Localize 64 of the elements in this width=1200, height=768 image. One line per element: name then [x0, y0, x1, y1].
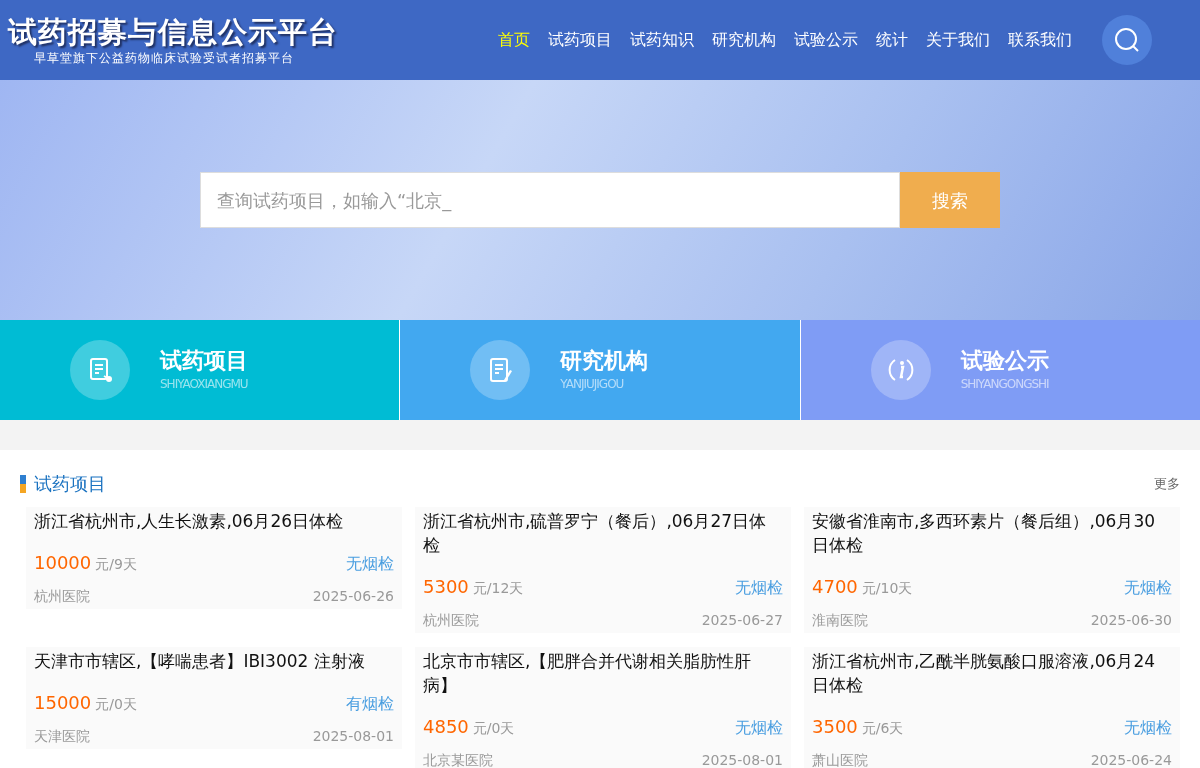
project-duration: 元/12天	[472, 579, 524, 598]
hospital-name: 杭州医院	[423, 611, 479, 630]
smoke-check-tag: 有烟检	[346, 692, 394, 716]
smoke-check-tag: 无烟检	[735, 716, 783, 740]
smoke-check-tag: 无烟检	[346, 552, 394, 576]
section-title: 试药项目	[34, 472, 106, 496]
project-card[interactable]: 浙江省杭州市,硫普罗宁（餐后）,06月27日体检 5300 元/12天 无烟检 杭州医院 2025-06-27	[415, 507, 791, 633]
project-card[interactable]: 北京市市辖区,【肥胖合并代谢相关脂肪性肝病】 4850 元/0天 无烟检 北京某医院 2025-08-01	[415, 647, 791, 768]
project-date: 2025-08-01	[312, 727, 394, 746]
project-date: 2025-06-30	[1090, 611, 1172, 630]
smoke-check-tag: 无烟检	[1124, 716, 1172, 740]
project-reward: 4700	[812, 575, 858, 599]
tile-pinyin: SHIYANGONGSHI	[960, 376, 1049, 393]
project-reward: 5300	[423, 575, 469, 599]
site-logo-title: 试药招募与信息公示平台	[8, 14, 339, 50]
site-logo-subtitle: 早草堂旗下公益药物临床试验受试者招募平台	[33, 50, 295, 66]
smoke-check-tag: 无烟检	[735, 576, 783, 600]
project-date: 2025-06-24	[1090, 751, 1172, 768]
project-duration: 元/10天	[861, 579, 913, 598]
hospital-name: 北京某医院	[423, 751, 493, 768]
project-duration: 元/0天	[95, 695, 137, 714]
project-title: 浙江省杭州市,人生长激素,06月26日体检	[34, 510, 345, 533]
project-reward: 4850	[423, 715, 469, 739]
project-card[interactable]: 安徽省淮南市,多西环素片（餐后组）,06月30日体检 4700 元/10天 无烟检 淮南医院 2025-06-30	[804, 507, 1180, 633]
hospital-name: 杭州医院	[34, 587, 90, 606]
project-duration: 元/9天	[95, 555, 137, 574]
tile-title: 研究机构	[560, 347, 649, 375]
tile-title: 试药项目	[160, 347, 248, 375]
nav-link[interactable]: 试药项目	[540, 28, 620, 52]
section-marker-icon	[20, 474, 26, 493]
smoke-check-tag: 无烟检	[1124, 576, 1172, 600]
search-input[interactable]: 查询试药项目，如输入“北京_	[200, 172, 900, 228]
project-title: 浙江省杭州市,硫普罗宁（餐后）,06月27日体检	[423, 510, 768, 557]
nav-link[interactable]: 试药知识	[622, 28, 702, 52]
nav-link[interactable]: 关于我们	[918, 28, 998, 52]
project-date: 2025-06-27	[701, 611, 783, 630]
project-duration: 元/0天	[472, 719, 515, 738]
nav-link[interactable]: 研究机构	[704, 28, 784, 52]
nav-link[interactable]: 统计	[868, 28, 916, 52]
project-duration: 元/6天	[861, 719, 904, 738]
project-card[interactable]: 天津市市辖区,【哮喘患者】IBI3002 注射液 15000 元/0天 有烟检 天津医院 2025-08-01	[26, 647, 402, 749]
project-date: 2025-06-26	[312, 587, 394, 606]
project-title: 安徽省淮南市,多西环素片（餐后组）,06月30日体检	[812, 510, 1157, 557]
hospital-name: 天津医院	[34, 727, 90, 746]
project-title: 北京市市辖区,【肥胖合并代谢相关脂肪性肝病】	[423, 650, 753, 697]
project-title: 浙江省杭州市,乙酰半胱氨酸口服溶液,06月24日体检	[812, 650, 1157, 697]
hospital-name: 淮南医院	[812, 611, 868, 630]
project-reward: 3500	[812, 715, 858, 739]
project-card[interactable]: 浙江省杭州市,人生长激素,06月26日体检 10000 元/9天 无烟检 杭州医院 2025-06-26	[26, 507, 402, 609]
project-reward: 15000	[34, 691, 92, 715]
nav-link[interactable]: 试验公示	[786, 28, 866, 52]
project-title: 天津市市辖区,【哮喘患者】IBI3002 注射液	[34, 650, 366, 673]
project-date: 2025-08-01	[701, 751, 783, 768]
nav-link[interactable]: 联系我们	[1000, 28, 1080, 52]
project-reward: 10000	[34, 551, 92, 575]
tile-pinyin: YANJIUJIGOU	[560, 376, 625, 393]
project-card[interactable]: 浙江省杭州市,乙酰半胱氨酸口服溶液,06月24日体检 3500 元/6天 无烟检 萧山医院 2025-06-24	[804, 647, 1180, 768]
nav-link[interactable]: 首页	[490, 28, 538, 52]
hospital-name: 萧山医院	[812, 751, 868, 768]
tile-title: 试验公示	[960, 347, 1049, 375]
search-icon	[1114, 27, 1140, 53]
tile-pinyin: SHIYAOXIANGMU	[160, 376, 248, 393]
search-button[interactable]	[1102, 15, 1152, 65]
more-link[interactable]: 更多	[1154, 473, 1180, 494]
